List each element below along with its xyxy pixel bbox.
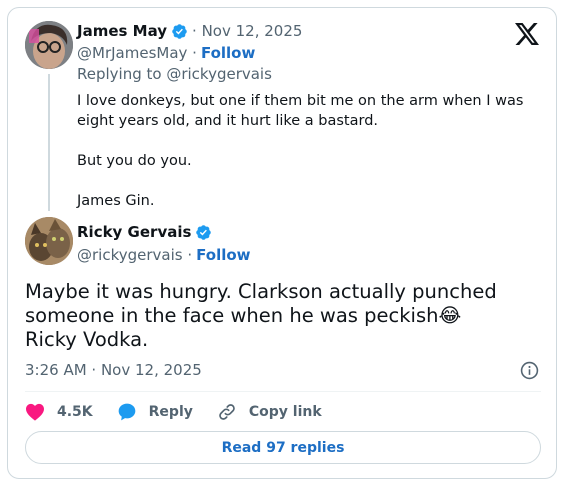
- main-tweet-line: Ricky Vodka.: [25, 328, 149, 351]
- follow-ricky-gervais-link[interactable]: Follow: [196, 246, 250, 264]
- thread-connector-line: [48, 74, 50, 211]
- parent-author-name[interactable]: James May: [77, 22, 167, 40]
- x-logo-icon[interactable]: [515, 23, 539, 45]
- heart-icon: [26, 403, 44, 421]
- reply-bubble-icon: [118, 403, 135, 421]
- read-replies-label: Read 97 replies: [221, 439, 345, 456]
- tweet-actions-bar: 4.5K Reply Copy link: [25, 401, 346, 423]
- parent-author-handle[interactable]: @MrJamesMay ·: [77, 44, 197, 62]
- read-replies-button[interactable]: Read 97 replies: [25, 431, 541, 464]
- parent-tweet-text: I love donkeys, but one if them bit me o…: [77, 91, 537, 211]
- like-button[interactable]: 4.5K: [25, 403, 93, 421]
- replying-to-label[interactable]: Replying to @rickygervais: [77, 65, 272, 83]
- link-icon: [219, 404, 235, 420]
- main-tweet-text: Maybe it was hungry. Clarkson actually p…: [25, 280, 545, 352]
- main-author-handle[interactable]: @rickygervais ·: [77, 246, 192, 264]
- main-author-row: Ricky Gervais: [77, 223, 212, 241]
- embedded-tweet-card: James May · Nov 12, 2025 @MrJamesMay · F…: [7, 7, 557, 479]
- parent-author-row: James May · Nov 12, 2025: [77, 22, 302, 40]
- main-handle-row: @rickygervais · Follow: [77, 246, 251, 264]
- follow-james-may-link[interactable]: Follow: [201, 44, 255, 62]
- like-count: 4.5K: [57, 404, 93, 420]
- parent-tweet-line: James Gin.: [77, 193, 155, 209]
- copy-link-label: Copy link: [248, 404, 322, 420]
- tweet-timestamp[interactable]: 3:26 AM · Nov 12, 2025: [25, 361, 202, 379]
- parent-handle-row: @MrJamesMay · Follow: [77, 44, 255, 62]
- parent-tweet-line: I love donkeys, but one if them bit me o…: [77, 93, 524, 129]
- actions-divider: [25, 391, 541, 392]
- verified-badge-icon: [196, 224, 212, 240]
- parent-tweet-date[interactable]: · Nov 12, 2025: [192, 22, 302, 40]
- reply-button[interactable]: Reply: [117, 402, 193, 422]
- james-may-avatar[interactable]: [25, 21, 73, 69]
- verified-badge-icon: [172, 23, 187, 39]
- info-icon[interactable]: [520, 361, 539, 380]
- reply-label: Reply: [148, 404, 193, 420]
- main-author-name[interactable]: Ricky Gervais: [77, 223, 191, 241]
- main-tweet-line: Maybe it was hungry. Clarkson actually p…: [25, 280, 497, 327]
- copy-link-button[interactable]: Copy link: [217, 402, 322, 422]
- ricky-gervais-avatar[interactable]: [25, 217, 73, 265]
- parent-tweet-line: But you do you.: [77, 153, 192, 169]
